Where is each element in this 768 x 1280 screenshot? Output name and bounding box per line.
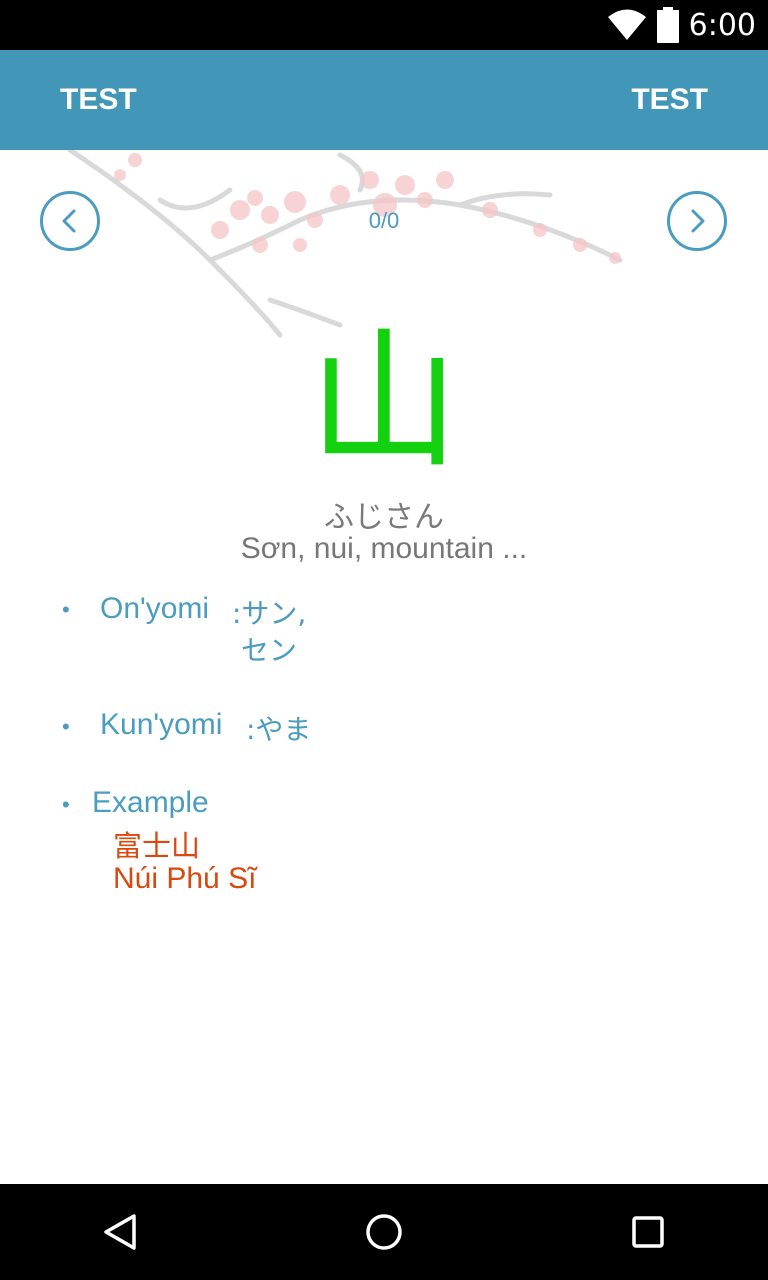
back-triangle-icon[interactable] — [90, 1202, 150, 1262]
battery-icon — [656, 7, 679, 43]
bullet-example: • — [62, 792, 70, 817]
card-counter: 0/0 — [368, 208, 400, 233]
kunyomi-value: :やま — [246, 713, 312, 746]
bullet-onyomi: • — [62, 597, 70, 622]
wifi-icon — [607, 9, 646, 40]
kanji-meaning: Sơn, nui, mountain ... — [240, 532, 528, 565]
system-nav-bar — [0, 1184, 768, 1280]
status-icons: 6:00 — [607, 0, 756, 50]
test-button-right[interactable]: TEST — [631, 50, 708, 150]
kanji-card: 0/0 山 ふじさん Sơn, nui, mountain ... • On'y… — [0, 150, 768, 1184]
status-time: 6:00 — [688, 7, 756, 43]
kunyomi-label: Kun'yomi — [100, 708, 223, 741]
kanji-character: 山 — [308, 315, 459, 489]
home-circle-icon[interactable] — [354, 1202, 414, 1262]
previous-button[interactable] — [39, 190, 101, 252]
example-word: 富士山 — [113, 829, 201, 863]
kanji-reading: ふじさん — [324, 500, 444, 535]
next-button[interactable] — [666, 190, 728, 252]
test-button-left[interactable]: TEST — [60, 50, 137, 150]
chevron-left-icon — [62, 209, 76, 233]
example-label: Example — [92, 786, 209, 819]
onyomi-label: On'yomi — [100, 592, 210, 625]
onyomi-value-line2: セン — [241, 634, 298, 667]
chevron-right-icon — [691, 209, 705, 233]
status-bar: 6:00 — [0, 0, 768, 50]
example-translation: Núi Phú Sĩ — [113, 862, 257, 895]
bullet-kunyomi: • — [62, 714, 70, 739]
recents-square-icon[interactable] — [618, 1202, 678, 1262]
onyomi-value-line1: :サン, — [232, 597, 307, 630]
app-bar: TEST TEST — [0, 50, 768, 150]
